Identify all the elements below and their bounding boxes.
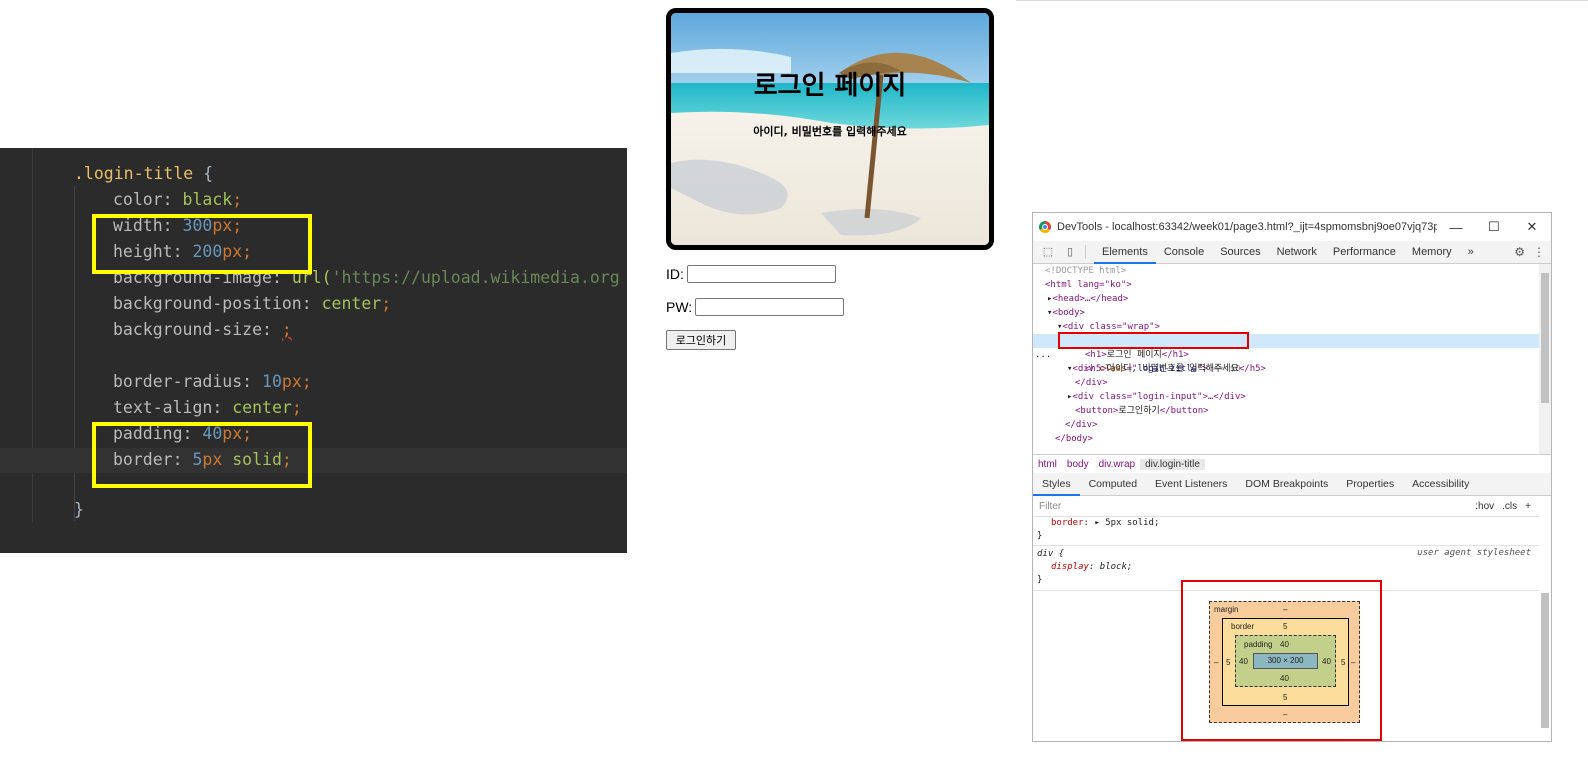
divider-line xyxy=(1016,0,1588,1)
dom-doctype[interactable]: <!DOCTYPE html> xyxy=(1045,264,1126,278)
code-line-selector[interactable]: .login-title { xyxy=(74,161,213,187)
style-border-declaration[interactable]: border: ▸ 5px solid; xyxy=(1051,517,1159,530)
tab-memory[interactable]: Memory xyxy=(1404,241,1460,263)
login-subheading: 아이디, 비밀번호를 입력해주세요 xyxy=(753,125,907,138)
style-rule-close: } xyxy=(1037,531,1043,541)
cls-toggle[interactable]: .cls xyxy=(1502,501,1517,512)
new-rule-button[interactable]: + xyxy=(1525,501,1531,512)
pw-field-row: PW: xyxy=(666,298,845,316)
subtab-properties[interactable]: Properties xyxy=(1337,473,1403,495)
css-selector: .login-title xyxy=(74,164,194,183)
dom-tree: <!DOCTYPE html> <html lang="ko"> ▸<head>… xyxy=(1033,264,1539,454)
breadcrumb: html body div.wrap div.login-title xyxy=(1033,454,1551,474)
devtools-titlebar: DevTools - localhost:63342/week01/page3.… xyxy=(1033,213,1551,241)
highlight-width-height xyxy=(92,214,312,274)
id-label: ID: xyxy=(666,266,684,282)
tab-network[interactable]: Network xyxy=(1269,241,1325,263)
dom-h1[interactable]: <h1>로그인 페이지</h1> xyxy=(1085,348,1189,362)
subtab-event-listeners[interactable]: Event Listeners xyxy=(1146,473,1236,495)
rule-separator xyxy=(1033,545,1539,546)
tab-elements[interactable]: Elements xyxy=(1094,241,1156,264)
tabs-more-button[interactable]: » xyxy=(1460,241,1482,263)
code-editor[interactable]: .login-title { color: black; width: 300p… xyxy=(0,148,627,553)
device-toolbar-icon[interactable]: ▯ xyxy=(1063,245,1077,259)
dom-login-input[interactable]: ▸<div class="login-input">…</div> xyxy=(1067,390,1246,404)
highlight-box-model xyxy=(1181,580,1382,741)
close-button[interactable]: ✕ xyxy=(1513,219,1551,235)
code-line-background-size[interactable]: background-size: ; xyxy=(113,317,292,343)
inspect-element-icon[interactable]: ⬚ xyxy=(1041,245,1055,259)
breadcrumb-div-login-title[interactable]: div.login-title xyxy=(1140,458,1205,470)
pw-label: PW: xyxy=(666,299,693,315)
dom-html[interactable]: <html lang="ko"> xyxy=(1045,278,1132,292)
id-field-row: ID: xyxy=(666,265,836,283)
style-div-close: } xyxy=(1037,575,1043,585)
id-input[interactable] xyxy=(686,265,836,283)
login-button[interactable]: 로그인하기 xyxy=(666,330,736,350)
styles-scrollbar-thumb[interactable] xyxy=(1541,593,1549,728)
breadcrumb-body[interactable]: body xyxy=(1062,459,1094,470)
breadcrumb-html[interactable]: html xyxy=(1033,459,1062,470)
subtab-dom-breakpoints[interactable]: DOM Breakpoints xyxy=(1236,473,1337,495)
code-line-border-radius[interactable]: border-radius: 10px; xyxy=(113,369,312,395)
style-display-declaration[interactable]: display: block; xyxy=(1051,561,1132,574)
dom-button[interactable]: <button>로그인하기</button> xyxy=(1075,404,1209,418)
dom-body-close[interactable]: </body> xyxy=(1055,432,1093,446)
styles-filter-bar: Filter :hov .cls + xyxy=(1033,496,1539,517)
tab-separator xyxy=(1085,245,1086,259)
dom-div-close[interactable]: </div> xyxy=(1075,376,1108,390)
tab-console[interactable]: Console xyxy=(1156,241,1212,263)
code-line-color[interactable]: color: black; xyxy=(113,187,242,213)
gear-icon[interactable]: ⚙ xyxy=(1514,245,1525,259)
style-div-selector[interactable]: div { xyxy=(1037,548,1064,561)
code-line-close-brace[interactable]: } xyxy=(74,497,84,523)
kebab-menu-icon[interactable]: ⋮ xyxy=(1533,245,1545,259)
dom-head[interactable]: ▸<head>…</head> xyxy=(1047,292,1128,306)
dom-scrollbar-thumb[interactable] xyxy=(1541,273,1549,403)
dom-h5[interactable]: <h5>아이디, 비밀번호를 입력해주세요</h5> xyxy=(1085,362,1266,376)
subtab-accessibility[interactable]: Accessibility xyxy=(1403,473,1478,495)
code-line-background-position[interactable]: background-position: center; xyxy=(113,291,391,317)
styles-subtabs: Styles Computed Event Listeners DOM Brea… xyxy=(1033,473,1551,496)
code-line-text-align[interactable]: text-align: center; xyxy=(113,395,302,421)
user-agent-label: user agent stylesheet xyxy=(1417,548,1531,558)
hov-toggle[interactable]: :hov xyxy=(1475,501,1494,512)
subtab-styles[interactable]: Styles xyxy=(1033,473,1080,496)
highlight-selected-node xyxy=(1058,332,1249,349)
login-heading: 로그인 페이지 xyxy=(753,71,907,101)
tab-sources[interactable]: Sources xyxy=(1212,241,1268,263)
minimize-button[interactable]: — xyxy=(1437,220,1475,235)
pw-input[interactable] xyxy=(695,298,845,316)
dom-body[interactable]: ▾<body> xyxy=(1047,306,1085,320)
warning-squiggle: ; xyxy=(281,320,292,339)
breadcrumb-div-wrap[interactable]: div.wrap xyxy=(1094,459,1141,470)
highlight-padding-border xyxy=(92,422,312,488)
tab-performance[interactable]: Performance xyxy=(1325,241,1404,263)
dom-wrap-close[interactable]: </div> xyxy=(1065,418,1098,432)
devtools-right-icons: ⚙ ⋮ xyxy=(1514,241,1545,263)
subtab-computed[interactable]: Computed xyxy=(1080,473,1146,495)
filter-input[interactable]: Filter xyxy=(1039,501,1475,512)
maximize-button[interactable]: ☐ xyxy=(1475,219,1513,235)
chrome-icon xyxy=(1039,221,1051,233)
devtools-tabbar: ⬚ ▯ Elements Console Sources Network Per… xyxy=(1033,241,1551,264)
login-title-preview: 로그인 페이지 아이디, 비밀번호를 입력해주세요 xyxy=(666,8,994,250)
devtools-title: DevTools - localhost:63342/week01/page3.… xyxy=(1057,221,1437,233)
